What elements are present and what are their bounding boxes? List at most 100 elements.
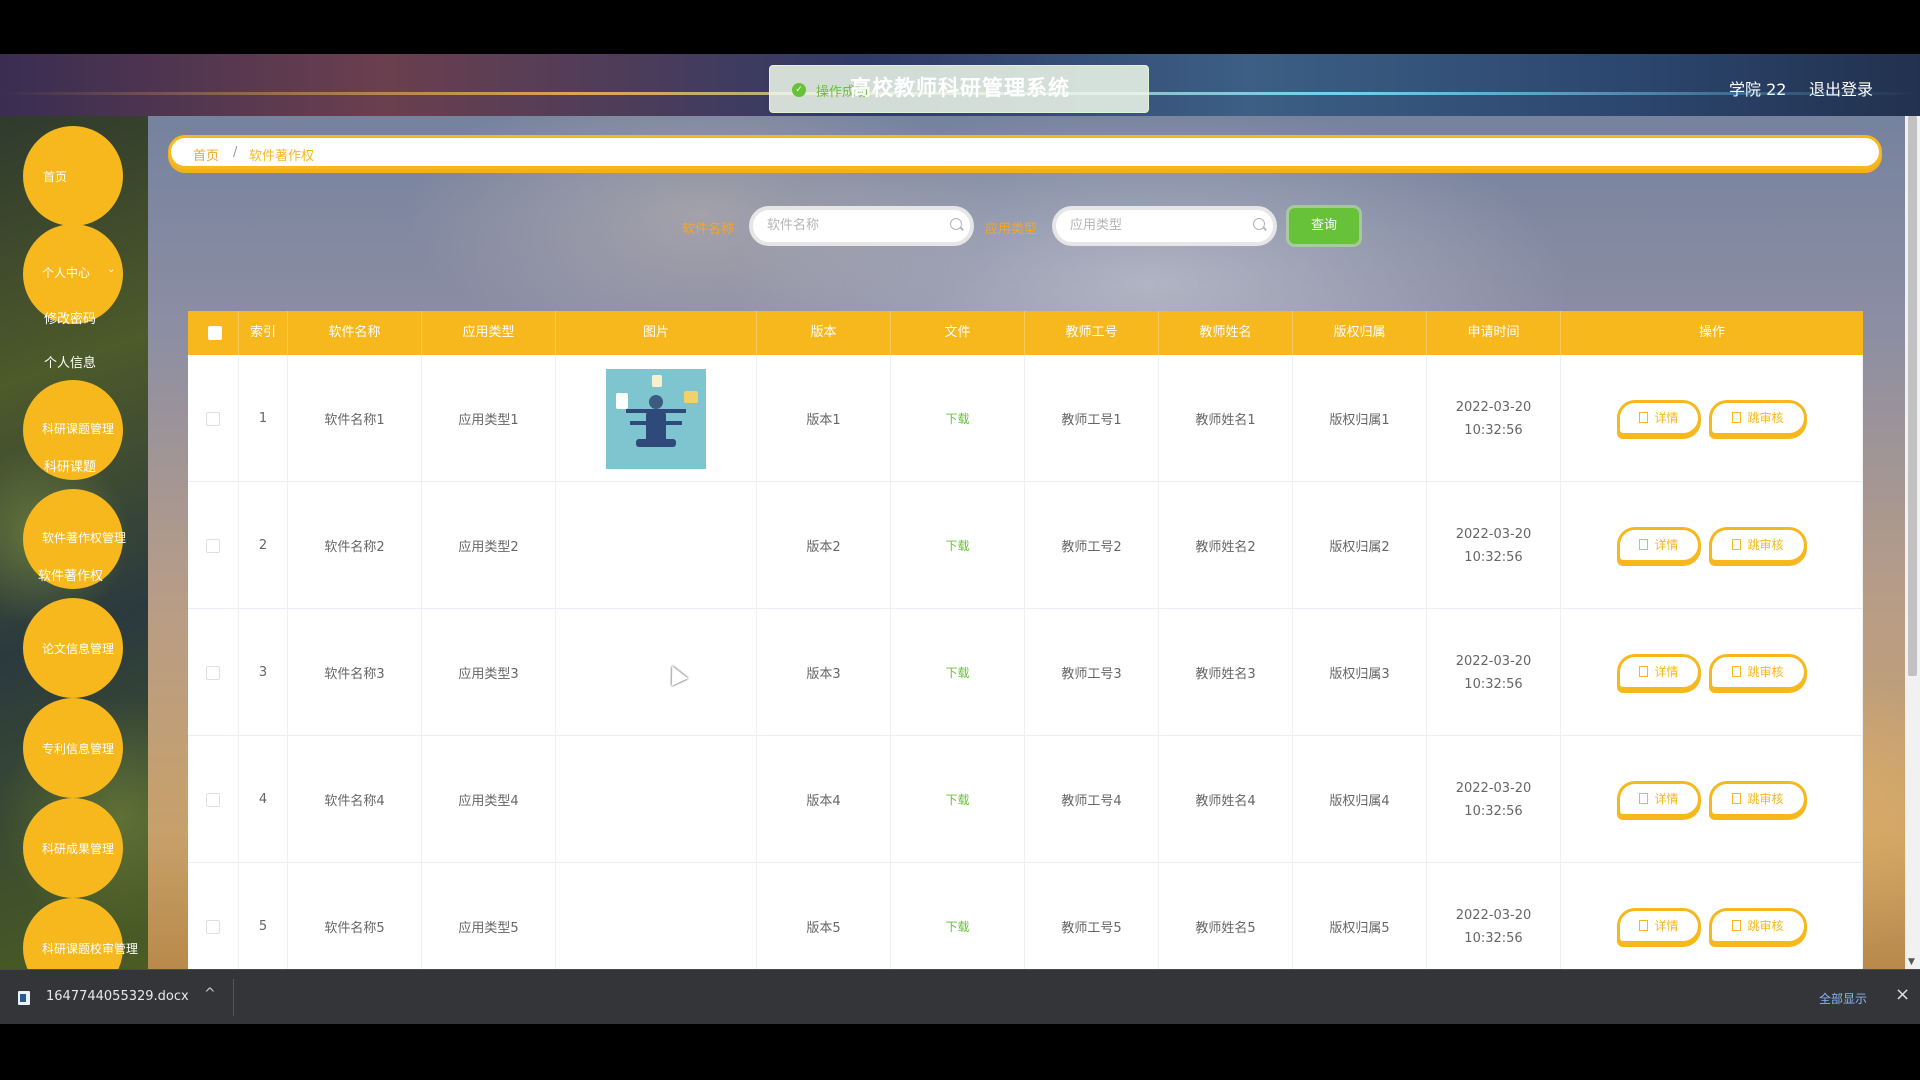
cell-actions: 详情 跳审核 — [1561, 863, 1863, 969]
nav-topic-review-mgmt-label: 科研课题校审管理 — [42, 942, 139, 956]
document-icon — [1639, 920, 1649, 931]
software-name-text: 软件名称5 — [324, 921, 385, 936]
cell-teacher-id: 教师工号2 — [1025, 482, 1159, 609]
app-type-text: 应用类型2 — [458, 540, 519, 555]
detail-button[interactable]: 详情 — [1617, 908, 1701, 944]
nav-research-result-mgmt[interactable]: 科研成果管理 — [23, 798, 123, 898]
cell-index: 2 — [239, 482, 288, 609]
letterbox-top — [0, 0, 1920, 54]
cell-app-type: 应用类型4 — [422, 736, 556, 863]
cell-version: 版本1 — [757, 355, 891, 482]
breadcrumb: 首页 / 软件著作权 — [168, 135, 1882, 169]
cell-copyright-owner: 版权归属4 — [1293, 736, 1427, 863]
app-type-label: 应用类型 — [985, 222, 1038, 237]
row-checkbox[interactable] — [206, 538, 220, 553]
header-select-all-cell — [188, 311, 239, 355]
cell-teacher-name: 教师姓名5 — [1159, 863, 1293, 969]
detail-button[interactable]: 详情 — [1617, 400, 1701, 436]
review-button[interactable]: 跳审核 — [1709, 781, 1807, 817]
document-icon — [1639, 666, 1649, 677]
cell-index: 5 — [239, 863, 288, 969]
close-icon[interactable]: × — [1895, 984, 1910, 1005]
nav-topic-review-mgmt[interactable]: 科研课题校审管理 — [23, 898, 138, 969]
table-row: 4 软件名称4 应用类型4 版本4 下载 教师工号4 教师姓名4 版权归属4 2022-03-2… — [188, 736, 1863, 863]
cell-software-name: 软件名称1 — [288, 355, 422, 482]
th-teacher-id: 教师工号 — [1025, 311, 1159, 355]
breadcrumb-home[interactable]: 首页 — [193, 145, 219, 164]
downloaded-file-name[interactable]: 1647744055329.docx — [46, 989, 189, 1004]
detail-button[interactable]: 详情 — [1617, 527, 1701, 563]
page-scrollbar[interactable]: ▼ — [1905, 116, 1920, 969]
app-type-input[interactable] — [1070, 218, 1240, 233]
teacher-name-text: 教师姓名1 — [1195, 413, 1256, 428]
nav-personal-center-label: 个人中心 — [42, 266, 91, 280]
cell-apply-time: 2022-03-20 10:32:56 — [1427, 355, 1561, 482]
software-name-field[interactable] — [749, 206, 974, 246]
query-button[interactable]: 查询 — [1289, 208, 1359, 244]
th-file: 文件 — [891, 311, 1025, 355]
cell-teacher-name: 教师姓名1 — [1159, 355, 1293, 482]
software-name-label: 软件名称 — [682, 222, 735, 237]
table-row: 2 软件名称2 应用类型2 版本2 下载 教师工号2 教师姓名2 版权归属2 2022-03-2… — [188, 482, 1863, 609]
teacher-id-text: 教师工号4 — [1061, 794, 1122, 809]
version-text: 版本5 — [806, 921, 841, 936]
chevron-up-icon[interactable]: ^ — [204, 986, 216, 1002]
version-text: 版本1 — [806, 413, 841, 428]
row-checkbox[interactable] — [206, 665, 220, 680]
th-copyright-owner: 版权归属 — [1293, 311, 1427, 355]
row-checkbox[interactable] — [206, 919, 220, 934]
nav-change-password[interactable]: 修改密码 — [44, 308, 96, 327]
download-link[interactable]: 下载 — [945, 918, 969, 935]
review-button[interactable]: 跳审核 — [1709, 400, 1807, 436]
scroll-down-arrow-icon[interactable]: ▼ — [1908, 957, 1915, 967]
cell-file: 下载 — [891, 482, 1025, 609]
cell-index: 3 — [239, 609, 288, 736]
cell-copyright-owner: 版权归属5 — [1293, 863, 1427, 969]
download-bar: 1647744055329.docx ^ 全部显示 × — [0, 969, 1920, 1024]
word-document-icon — [18, 991, 30, 1005]
select-all-checkbox[interactable] — [208, 326, 222, 340]
nav-software-copyright[interactable]: 软件著作权 — [38, 565, 103, 584]
nav-research-topic-mgmt-label: 科研课题管理 — [42, 422, 115, 436]
detail-button-label: 详情 — [1654, 792, 1679, 806]
document-icon — [1732, 920, 1742, 931]
nav-software-copyright-mgmt-label: 软件著作权管理 — [42, 531, 127, 545]
software-thumbnail-image — [606, 368, 706, 469]
cell-software-name: 软件名称2 — [288, 482, 422, 609]
th-app-type: 应用类型 — [422, 311, 556, 355]
th-index: 索引 — [239, 311, 288, 355]
software-name-input[interactable] — [767, 218, 937, 233]
cell-image — [556, 482, 757, 609]
row-checkbox[interactable] — [206, 411, 220, 426]
cell-file: 下载 — [891, 609, 1025, 736]
scroll-thumb[interactable] — [1908, 116, 1917, 676]
row-checkbox[interactable] — [206, 792, 220, 807]
nav-patent-info-mgmt[interactable]: 专利信息管理 — [23, 698, 123, 798]
document-icon — [1639, 539, 1649, 550]
detail-button-label: 详情 — [1654, 665, 1679, 679]
cell-actions: 详情 跳审核 — [1561, 355, 1863, 482]
app-type-field[interactable] — [1052, 206, 1277, 246]
cell-file: 下载 — [891, 736, 1025, 863]
show-all-downloads-link[interactable]: 全部显示 — [1819, 990, 1867, 1007]
index-text: 1 — [258, 411, 268, 426]
nav-home[interactable]: 首页 — [23, 126, 123, 226]
detail-button[interactable]: 详情 — [1617, 654, 1701, 690]
review-button[interactable]: 跳审核 — [1709, 654, 1807, 690]
nav-research-topic[interactable]: 科研课题 — [44, 456, 96, 475]
review-button[interactable]: 跳审核 — [1709, 527, 1807, 563]
nav-paper-info-mgmt[interactable]: 论文信息管理 — [23, 598, 123, 698]
detail-button[interactable]: 详情 — [1617, 781, 1701, 817]
cell-index: 4 — [239, 736, 288, 863]
table-row: 1 软件名称1 应用类型1 版本1 下载 教师工号1 教师姓名1 版权归属1 2022-03-2… — [188, 355, 1863, 482]
nav-personal-info[interactable]: 个人信息 — [44, 352, 96, 371]
download-link[interactable]: 下载 — [945, 537, 969, 554]
download-link[interactable]: 下载 — [945, 791, 969, 808]
th-teacher-name: 教师姓名 — [1159, 311, 1293, 355]
download-link[interactable]: 下载 — [945, 410, 969, 427]
review-button-label: 跳审核 — [1747, 665, 1784, 679]
review-button[interactable]: 跳审核 — [1709, 908, 1807, 944]
download-link[interactable]: 下载 — [945, 664, 969, 681]
index-text: 2 — [258, 538, 268, 553]
copyright-owner-text: 版权归属3 — [1329, 667, 1390, 682]
